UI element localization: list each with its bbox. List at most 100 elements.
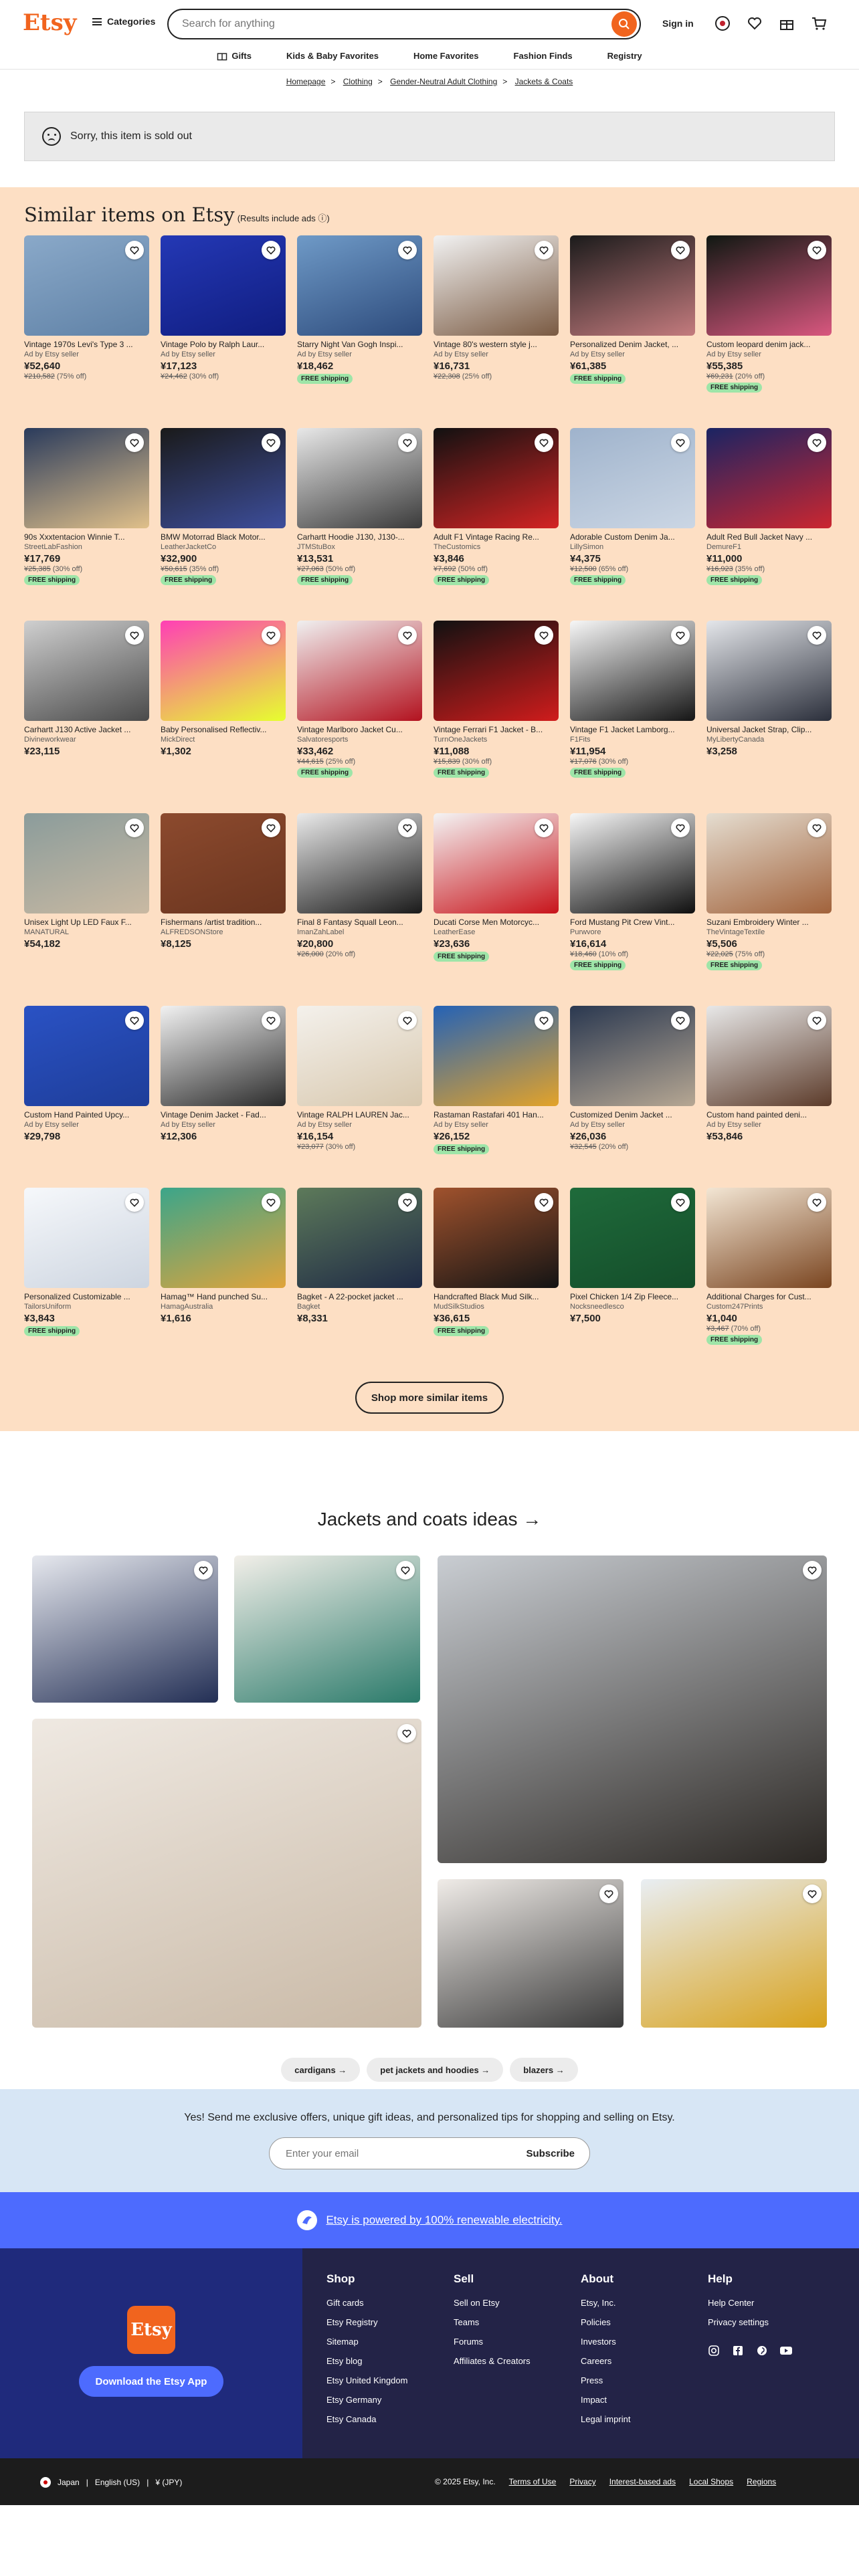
favorite-heart-icon[interactable] xyxy=(397,1724,416,1743)
product-image[interactable] xyxy=(297,621,422,721)
product-card[interactable]: Vintage 1970s Levi's Type 3 ... Ad by Ets… xyxy=(24,235,149,381)
product-title[interactable]: Vintage 1970s Levi's Type 3 ... xyxy=(24,340,149,349)
idea-chip[interactable]: pet jackets and hoodies → xyxy=(367,2058,504,2082)
product-image[interactable] xyxy=(161,1188,286,1288)
product-image[interactable] xyxy=(706,428,832,528)
subnav-item[interactable]: Kids & Baby Favorites xyxy=(286,45,379,66)
sign-in-link[interactable]: Sign in xyxy=(662,18,694,29)
product-image[interactable] xyxy=(570,1006,695,1106)
footer-link[interactable]: Forums xyxy=(454,2337,531,2347)
footer-link[interactable]: Etsy United Kingdom xyxy=(326,2375,407,2385)
idea-image[interactable] xyxy=(641,1879,827,2028)
footer-link[interactable]: Impact xyxy=(581,2395,630,2405)
shop-more-button[interactable]: Shop more similar items xyxy=(355,1382,504,1414)
product-card[interactable]: Vintage F1 Jacket Lamborg... F1Fits ¥11,95… xyxy=(570,621,695,778)
footer-link[interactable]: Sell on Etsy xyxy=(454,2298,531,2308)
product-title[interactable]: Personalized Denim Jacket, ... xyxy=(570,340,695,349)
product-image[interactable] xyxy=(297,235,422,336)
footer-link[interactable]: Careers xyxy=(581,2356,630,2366)
product-image[interactable] xyxy=(434,813,559,914)
product-title[interactable]: Hamag™ Hand punched Su... xyxy=(161,1292,286,1301)
footer-link[interactable]: Etsy Registry xyxy=(326,2317,407,2327)
favorite-heart-icon[interactable] xyxy=(807,433,826,452)
product-card[interactable]: Custom hand painted deni... Ad by Etsy se… xyxy=(706,1006,832,1142)
product-card[interactable]: Bagket - A 22-pocket jacket ... Bagket ¥8,… xyxy=(297,1188,422,1324)
footer-link[interactable]: Gift cards xyxy=(326,2298,407,2308)
favorite-heart-icon[interactable] xyxy=(262,1193,280,1212)
favorite-heart-icon[interactable] xyxy=(535,1193,553,1212)
product-title[interactable]: BMW Motorrad Black Motor... xyxy=(161,532,286,542)
favorite-heart-icon[interactable] xyxy=(803,1885,822,1903)
product-card[interactable]: Carhartt J130 Active Jacket ... Divinewor… xyxy=(24,621,149,757)
product-card[interactable]: Handcrafted Black Mud Silk... MudSilkStud… xyxy=(434,1188,559,1336)
product-card[interactable]: Vintage RALPH LAUREN Jac... Ad by Etsy se… xyxy=(297,1006,422,1151)
bottom-link[interactable]: Local Shops xyxy=(689,2477,733,2486)
product-image[interactable] xyxy=(570,428,695,528)
product-card[interactable]: Suzani Embroidery Winter ... TheVintageTe… xyxy=(706,813,832,970)
facebook-icon[interactable] xyxy=(732,2345,744,2357)
search-button[interactable] xyxy=(611,11,637,37)
favorite-heart-icon[interactable] xyxy=(125,241,144,259)
region-selector[interactable]: Japan | English (US) | ¥ (JPY) xyxy=(40,2477,182,2488)
product-title[interactable]: Vintage 80's western style j... xyxy=(434,340,559,349)
favorite-heart-icon[interactable] xyxy=(671,626,690,645)
product-title[interactable]: Baby Personalised Reflectiv... xyxy=(161,725,286,734)
favorite-heart-icon[interactable] xyxy=(262,819,280,837)
product-card[interactable]: Vintage Ferrari F1 Jacket - B... TurnOneJ… xyxy=(434,621,559,778)
categories-button[interactable]: Categories xyxy=(92,16,155,27)
favorite-heart-icon[interactable] xyxy=(599,1885,618,1903)
favorite-heart-icon[interactable] xyxy=(807,1011,826,1030)
profile-icon[interactable] xyxy=(713,14,732,33)
footer-link[interactable]: Investors xyxy=(581,2337,630,2347)
product-card[interactable]: Starry Night Van Gogh Inspi... Ad by Etsy… xyxy=(297,235,422,384)
idea-chip[interactable]: blazers → xyxy=(510,2058,578,2082)
product-card[interactable]: Ducati Corse Men Motorcyc... LeatherEase ¥… xyxy=(434,813,559,962)
product-image[interactable] xyxy=(161,813,286,914)
product-title[interactable]: Handcrafted Black Mud Silk... xyxy=(434,1292,559,1301)
product-image[interactable] xyxy=(297,813,422,914)
product-title[interactable]: Personalized Customizable ... xyxy=(24,1292,149,1301)
footer-link[interactable]: Etsy Germany xyxy=(326,2395,407,2405)
product-image[interactable] xyxy=(434,1188,559,1288)
product-image[interactable] xyxy=(434,235,559,336)
product-card[interactable]: Personalized Denim Jacket, ... Ad by Etsy… xyxy=(570,235,695,384)
bottom-link[interactable]: Terms of Use xyxy=(509,2477,557,2486)
gift-box-icon[interactable] xyxy=(777,14,796,33)
favorite-heart-icon[interactable] xyxy=(671,433,690,452)
idea-image[interactable] xyxy=(32,1555,218,1703)
product-card[interactable]: Custom leopard denim jack... Ad by Etsy s… xyxy=(706,235,832,393)
favorite-heart-icon[interactable] xyxy=(125,433,144,452)
product-card[interactable]: Adult F1 Vintage Racing Re... TheCustomic… xyxy=(434,428,559,585)
product-title[interactable]: Pixel Chicken 1/4 Zip Fleece... xyxy=(570,1292,695,1301)
favorite-heart-icon[interactable] xyxy=(125,1011,144,1030)
pinterest-icon[interactable] xyxy=(756,2345,768,2357)
product-image[interactable] xyxy=(161,428,286,528)
product-card[interactable]: Vintage Polo by Ralph Laur... Ad by Etsy … xyxy=(161,235,286,381)
product-title[interactable]: Vintage Denim Jacket - Fad... xyxy=(161,1110,286,1119)
product-title[interactable]: Adorable Custom Denim Ja... xyxy=(570,532,695,542)
product-title[interactable]: Custom Hand Painted Upcy... xyxy=(24,1110,149,1119)
bottom-link[interactable]: Interest-based ads xyxy=(609,2477,676,2486)
product-card[interactable]: Rastaman Rastafari 401 Han... Ad by Etsy … xyxy=(434,1006,559,1154)
product-title[interactable]: Ford Mustang Pit Crew Vint... xyxy=(570,918,695,927)
footer-link[interactable]: Etsy Canada xyxy=(326,2414,407,2424)
product-card[interactable]: Final 8 Fantasy Squall Leon... ImanZahLab… xyxy=(297,813,422,958)
product-card[interactable]: Vintage 80's western style j... Ad by Ets… xyxy=(434,235,559,381)
favorite-heart-icon[interactable] xyxy=(262,626,280,645)
favorite-heart-icon[interactable] xyxy=(398,1193,417,1212)
product-title[interactable]: Additional Charges for Cust... xyxy=(706,1292,832,1301)
favorite-heart-icon[interactable] xyxy=(194,1561,213,1580)
subnav-item[interactable]: Registry xyxy=(607,45,642,66)
youtube-icon[interactable] xyxy=(780,2345,792,2357)
product-title[interactable]: Vintage RALPH LAUREN Jac... xyxy=(297,1110,422,1119)
email-input[interactable] xyxy=(286,2147,516,2159)
product-card[interactable]: Carhartt Hoodie J130, J130-... JTMStuBox ¥… xyxy=(297,428,422,585)
footer-link[interactable]: Etsy, Inc. xyxy=(581,2298,630,2308)
favorite-heart-icon[interactable] xyxy=(262,1011,280,1030)
favorite-heart-icon[interactable] xyxy=(398,1011,417,1030)
product-image[interactable] xyxy=(161,1006,286,1106)
favorite-heart-icon[interactable] xyxy=(125,819,144,837)
favorite-heart-icon[interactable] xyxy=(125,626,144,645)
idea-image[interactable] xyxy=(438,1879,624,2028)
product-image[interactable] xyxy=(24,235,149,336)
